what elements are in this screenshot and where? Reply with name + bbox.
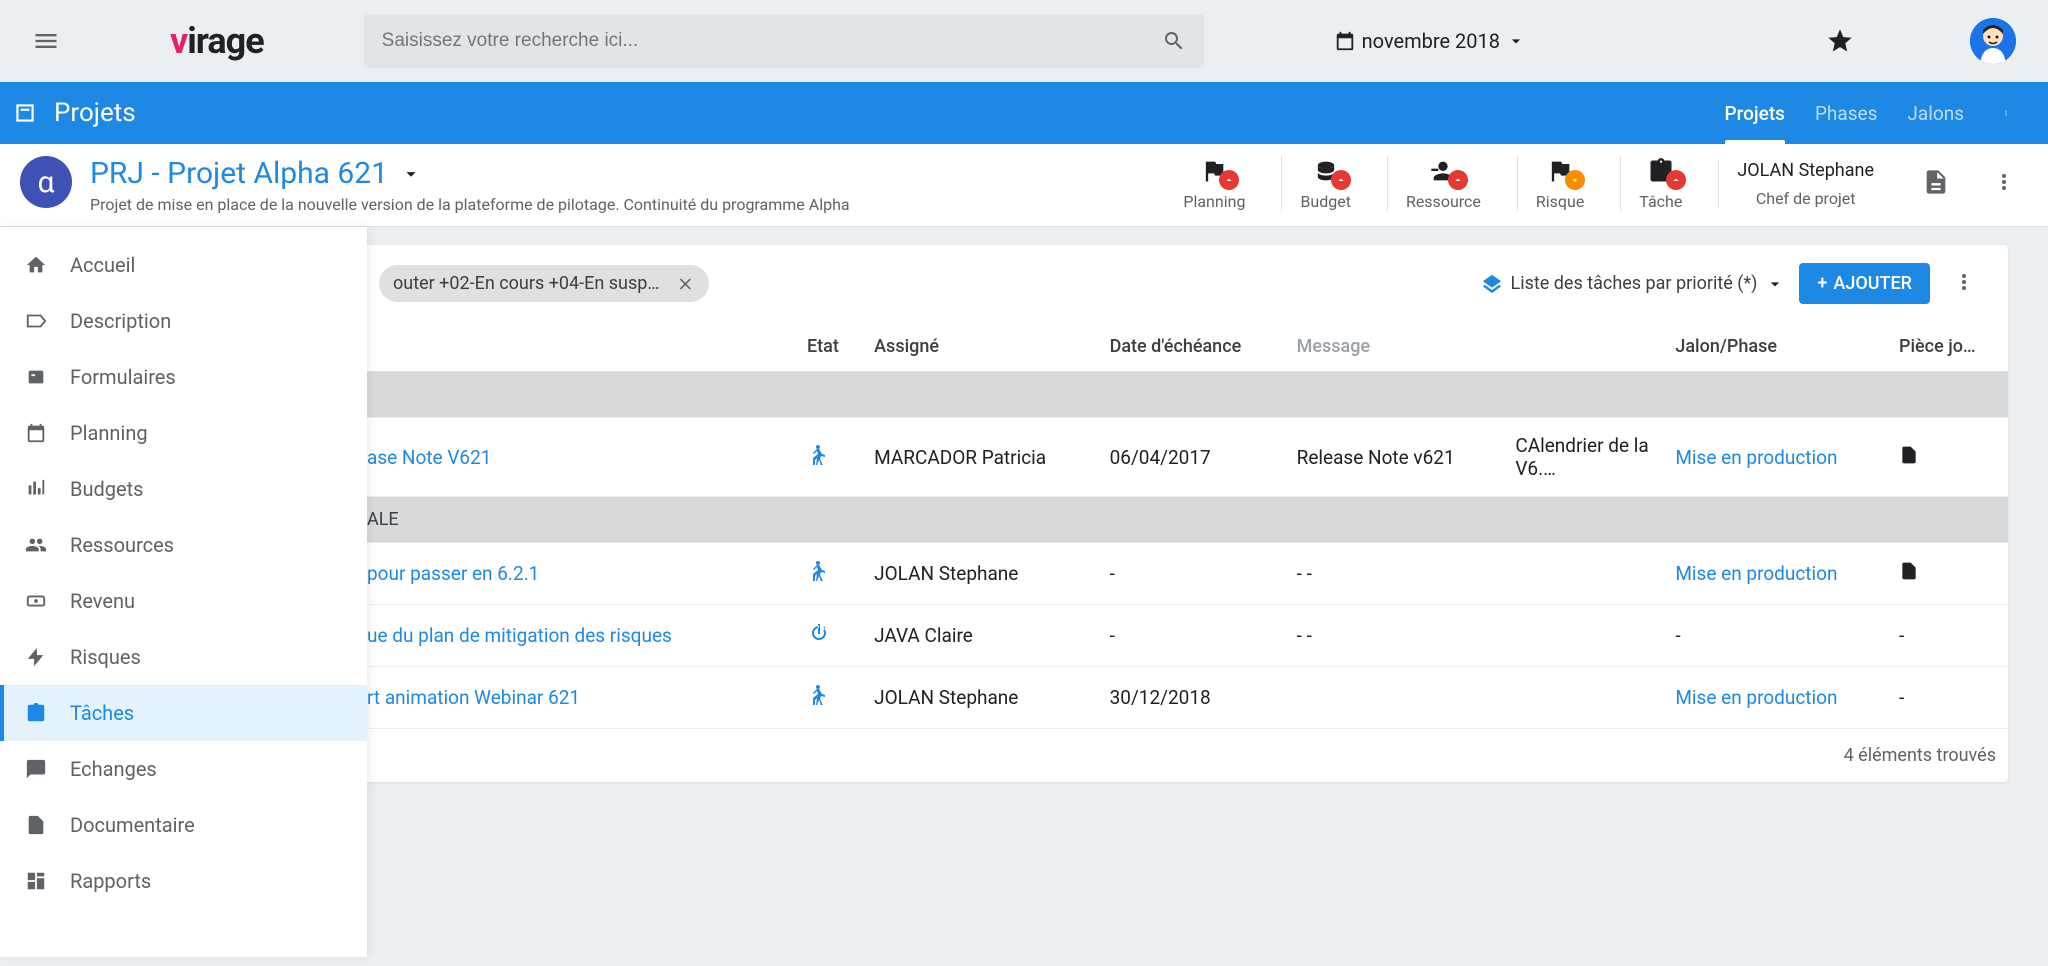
content: outer +02-En cours +04-En suspens… Liste…	[367, 227, 2048, 957]
table-row[interactable]: rt animation Webinar 621 JOLAN Stephane …	[355, 667, 2008, 729]
logo-rest: irage	[187, 20, 263, 62]
group-row[interactable]	[355, 372, 2008, 418]
chat-icon	[25, 758, 47, 780]
logo-prefix: v	[170, 20, 187, 62]
sidebar-item-risques[interactable]: Risques	[0, 629, 367, 685]
project-manager[interactable]: JOLAN Stephane Chef de projet	[1718, 160, 1892, 208]
view-selector[interactable]: Liste des tâches par priorité (*)	[1481, 273, 1786, 295]
date-label: novembre 2018	[1362, 29, 1500, 53]
navbar: Projets Projets Phases Jalons	[0, 82, 2048, 144]
table-row[interactable]: ue du plan de mitigation des risques JAV…	[355, 605, 2008, 667]
sidebar-item-taches[interactable]: Tâches	[0, 685, 367, 741]
nav-title: Projets	[54, 98, 136, 128]
power-icon	[807, 621, 831, 645]
sidebar-item-documentaire[interactable]: Documentaire	[0, 797, 367, 853]
search-box[interactable]	[364, 14, 1204, 68]
kpi-tache[interactable]: Tâche	[1620, 156, 1700, 211]
clipboard-icon	[25, 702, 47, 724]
close-icon[interactable]	[676, 274, 695, 294]
project-info: PRJ - Projet Alpha 621 Projet de mise en…	[90, 156, 850, 214]
col-state[interactable]: Etat	[795, 322, 862, 372]
col-phase[interactable]: Jalon/Phase	[1663, 322, 1887, 372]
kpi-planning[interactable]: Planning	[1165, 156, 1263, 211]
sidebar-item-rapports[interactable]: Rapports	[0, 853, 367, 909]
label-icon	[25, 310, 47, 332]
star-icon[interactable]	[1826, 27, 1854, 55]
col-due[interactable]: Date d'échéance	[1098, 322, 1285, 372]
sidebar-item-budgets[interactable]: Budgets	[0, 461, 367, 517]
home-icon	[25, 254, 47, 276]
calendar-icon	[1334, 30, 1356, 52]
file-icon	[25, 814, 47, 836]
sidebar-item-accueil[interactable]: Accueil	[0, 237, 367, 293]
filter-bar: outer +02-En cours +04-En suspens… Liste…	[355, 245, 2008, 322]
nav-title-wrap: Projets	[12, 98, 136, 128]
file-icon[interactable]	[1899, 444, 1919, 466]
project-avatar[interactable]: α	[20, 156, 72, 208]
col-assignee[interactable]: Assigné	[862, 322, 1097, 372]
kpi-risque[interactable]: Risque	[1517, 156, 1602, 211]
chevron-down-icon	[1506, 31, 1526, 51]
more-vert-icon[interactable]	[1980, 170, 2028, 198]
menu-button[interactable]	[22, 17, 70, 65]
tab-phases[interactable]: Phases	[1815, 82, 1877, 144]
people-icon	[25, 534, 47, 556]
tab-projets[interactable]: Projets	[1725, 82, 1785, 144]
group-row[interactable]: ALE	[355, 497, 2008, 543]
sidebar-item-ressources[interactable]: Ressources	[0, 517, 367, 573]
layers-icon	[1481, 273, 1503, 295]
table-footer: 4 éléments trouvés	[355, 729, 2008, 783]
sidebar-item-revenu[interactable]: Revenu	[0, 573, 367, 629]
more-vert-icon[interactable]	[1994, 101, 2018, 125]
module-icon	[12, 100, 38, 126]
task-panel: outer +02-En cours +04-En suspens… Liste…	[355, 245, 2008, 782]
date-picker[interactable]: novembre 2018	[1334, 29, 1526, 53]
more-vert-icon[interactable]	[1944, 270, 1984, 298]
running-icon	[807, 559, 831, 583]
project-strip: α PRJ - Projet Alpha 621 Projet de mise …	[0, 144, 2048, 227]
filter-chip[interactable]: outer +02-En cours +04-En suspens…	[379, 265, 709, 302]
topbar: virage novembre 2018	[0, 0, 2048, 82]
col-message[interactable]: Message	[1285, 322, 1504, 372]
add-button[interactable]: + AJOUTER	[1799, 263, 1930, 304]
project-title[interactable]: PRJ - Projet Alpha 621	[90, 156, 850, 191]
dashboard-icon	[25, 870, 47, 892]
calendar-icon	[25, 422, 47, 444]
running-icon	[807, 443, 831, 467]
document-icon[interactable]	[1910, 168, 1962, 200]
sidebar-item-echanges[interactable]: Echanges	[0, 741, 367, 797]
running-icon	[807, 683, 831, 707]
table-row[interactable]: pour passer en 6.2.1 JOLAN Stephane - - …	[355, 543, 2008, 605]
body: Accueil Description Formulaires Planning…	[0, 227, 2048, 957]
user-avatar[interactable]	[1970, 18, 2016, 64]
avatar-face-icon	[1970, 18, 2016, 64]
kpi-ressource[interactable]: Ressource	[1387, 156, 1499, 211]
sidebar-item-description[interactable]: Description	[0, 293, 367, 349]
tab-jalons[interactable]: Jalons	[1907, 82, 1964, 144]
chevron-down-icon	[400, 163, 422, 185]
sidebar-item-formulaires[interactable]: Formulaires	[0, 349, 367, 405]
col-attach[interactable]: Pièce jo…	[1887, 322, 2008, 372]
menu-icon	[32, 27, 60, 55]
plus-icon: +	[1817, 273, 1827, 294]
project-desc: Projet de mise en place de la nouvelle v…	[90, 195, 850, 214]
kpi-budget[interactable]: Budget	[1281, 156, 1369, 211]
logo[interactable]: virage	[170, 20, 264, 62]
sidebar: Accueil Description Formulaires Planning…	[0, 227, 367, 957]
kpi-row: Planning Budget Ressource Risque Tâche J…	[1165, 156, 2028, 211]
task-table: Etat Assigné Date d'échéance Message Jal…	[355, 322, 2008, 782]
chevron-down-icon	[1765, 274, 1785, 294]
table-row[interactable]: ase Note V621 MARCADOR Patricia 06/04/20…	[355, 418, 2008, 497]
bolt-icon	[25, 646, 47, 668]
file-icon[interactable]	[1899, 560, 1919, 582]
money-icon	[25, 590, 47, 612]
form-icon	[25, 366, 47, 388]
bars-icon	[25, 478, 47, 500]
search-icon[interactable]	[1162, 29, 1186, 53]
sidebar-item-planning[interactable]: Planning	[0, 405, 367, 461]
search-input[interactable]	[382, 30, 1162, 52]
nav-tabs: Projets Phases Jalons	[1725, 82, 2048, 144]
